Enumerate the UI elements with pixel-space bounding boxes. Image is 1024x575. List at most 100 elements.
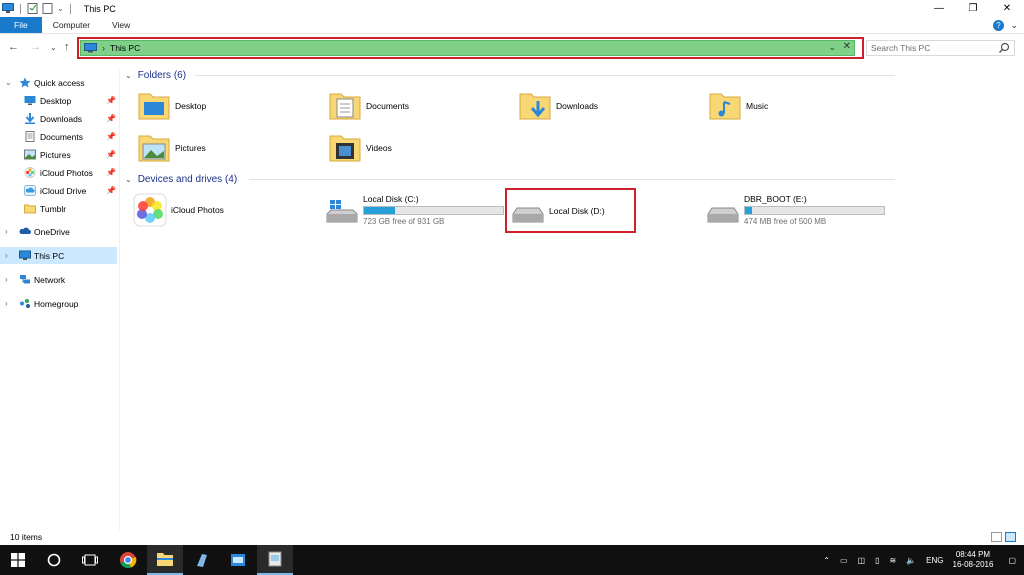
content-area: ⌄ Folders (6) Desktop Documents Download… xyxy=(121,62,1024,530)
drive-free-space: 474 MB free of 500 MB xyxy=(744,217,827,226)
tile-label: Documents xyxy=(366,101,409,111)
pin-icon[interactable]: 📌 xyxy=(106,96,116,105)
toolbar-separator xyxy=(69,3,71,14)
pin-icon[interactable]: 📌 xyxy=(106,150,116,159)
sidebar-item-label: Network xyxy=(34,274,66,285)
expand-ribbon-icon[interactable]: ⌄ xyxy=(1010,20,1018,31)
folder-tile-desktop[interactable]: Desktop xyxy=(137,86,206,126)
sidebar-item-desktop[interactable]: Desktop 📌 xyxy=(0,92,117,109)
pin-icon[interactable]: 📌 xyxy=(106,114,116,123)
expand-caret-icon[interactable]: › xyxy=(5,299,8,308)
sidebar-item-label: OneDrive xyxy=(34,226,70,237)
notifications-app-icon[interactable]: ▯ xyxy=(875,556,879,565)
action-center-icon[interactable]: ▢ xyxy=(1008,556,1016,565)
close-button[interactable]: ✕ xyxy=(990,0,1024,17)
back-button[interactable]: ← xyxy=(8,41,19,53)
sidebar-item-onedrive[interactable]: › OneDrive xyxy=(0,223,117,240)
taskbar-app[interactable] xyxy=(220,545,256,575)
pin-icon[interactable]: 📌 xyxy=(106,186,116,195)
collapse-caret-icon[interactable]: ⌄ xyxy=(125,175,132,184)
group-title: Folders (6) xyxy=(137,69,187,81)
collapse-caret-icon[interactable]: ⌄ xyxy=(125,71,132,80)
homegroup-icon xyxy=(20,299,30,308)
desktop-folder-icon xyxy=(138,93,170,120)
clear-address-icon[interactable]: ✕ xyxy=(843,41,851,52)
expand-caret-icon[interactable]: › xyxy=(5,275,8,284)
drive-dbr-boot-e[interactable]: DBR_BOOT (E:) 474 MB free of 500 MB xyxy=(706,190,896,230)
devices-group-header[interactable]: ⌄ Devices and drives (4) xyxy=(121,172,901,186)
start-button[interactable] xyxy=(0,545,36,575)
tab-file[interactable]: File xyxy=(0,17,42,33)
taskbar-chrome[interactable] xyxy=(110,545,146,575)
breadcrumb-this-pc[interactable]: This PC xyxy=(110,43,140,53)
pin-icon[interactable]: 📌 xyxy=(106,132,116,141)
sidebar-item-homegroup[interactable]: › Homegroup xyxy=(0,295,117,312)
device-icloud-photos[interactable]: iCloud Photos xyxy=(133,190,224,230)
clock[interactable]: 08:44 PM 16-08-2016 xyxy=(953,550,994,570)
drive-annotation-box xyxy=(505,188,636,233)
details-view-button[interactable] xyxy=(991,532,1002,542)
cortana-button[interactable] xyxy=(36,545,72,575)
folder-tile-music[interactable]: Music xyxy=(708,86,768,126)
address-bar[interactable]: › This PC ⌄ ✕ xyxy=(80,40,855,56)
sidebar-item-label: Pictures xyxy=(40,149,71,160)
properties-icon[interactable] xyxy=(27,3,39,14)
up-button[interactable]: ↑ xyxy=(64,41,70,53)
system-tray: ⌃ ▭ ◫ ▯ ≋ 🔈 ENG 08:44 PM 16-08-2016 ▢ xyxy=(818,545,1024,575)
sidebar-item-icloud-photos[interactable]: iCloud Photos 📌 xyxy=(0,164,117,181)
maximize-button[interactable]: ❐ xyxy=(956,0,990,17)
sidebar-item-label: This PC xyxy=(34,250,65,261)
show-hidden-icons-icon[interactable]: ⌃ xyxy=(823,556,830,565)
drive-usage-bar xyxy=(744,206,885,215)
expand-caret-icon[interactable]: › xyxy=(5,227,8,236)
folder-tile-videos[interactable]: Videos xyxy=(328,128,392,168)
sidebar-item-icloud-drive[interactable]: iCloud Drive 📌 xyxy=(0,182,117,199)
language-indicator[interactable]: ENG xyxy=(926,556,943,565)
sidebar-item-tumblr[interactable]: Tumblr xyxy=(0,200,117,217)
icloud-photos-icon xyxy=(24,167,36,178)
tab-computer[interactable]: Computer xyxy=(42,17,101,33)
network-tray-icon[interactable]: ◫ xyxy=(858,556,866,565)
folder-tile-pictures[interactable]: Pictures xyxy=(137,128,206,168)
help-icon[interactable]: ? xyxy=(993,20,1004,31)
expand-caret-icon[interactable]: › xyxy=(5,251,8,260)
app-icon xyxy=(268,551,282,567)
taskbar-app[interactable] xyxy=(184,545,220,575)
sidebar-item-documents[interactable]: Documents 📌 xyxy=(0,128,117,145)
folders-group-header[interactable]: ⌄ Folders (6) xyxy=(121,68,901,82)
drive-local-disk-c[interactable]: Local Disk (C:) 723 GB free of 931 GB xyxy=(325,190,515,230)
tab-view[interactable]: View xyxy=(101,17,141,33)
app-icon xyxy=(231,554,245,566)
large-icons-view-button[interactable] xyxy=(1005,532,1016,542)
battery-icon[interactable]: ▭ xyxy=(840,556,848,565)
taskbar-file-explorer[interactable] xyxy=(147,545,183,575)
sidebar-item-downloads[interactable]: Downloads 📌 xyxy=(0,110,117,127)
app-icon xyxy=(197,554,207,567)
sidebar-item-pictures[interactable]: Pictures 📌 xyxy=(0,146,117,163)
breadcrumb-chevron-icon[interactable]: › xyxy=(102,43,105,53)
tile-label: Downloads xyxy=(556,101,599,111)
sidebar-item-this-pc[interactable]: › This PC xyxy=(0,247,117,264)
address-dropdown-icon[interactable]: ⌄ xyxy=(828,42,836,53)
pin-icon[interactable]: 📌 xyxy=(106,168,116,177)
folder-tile-documents[interactable]: Documents xyxy=(328,86,409,126)
sidebar-item-network[interactable]: › Network xyxy=(0,271,117,288)
this-pc-icon[interactable] xyxy=(2,3,14,14)
search-input[interactable]: Search This PC xyxy=(866,40,1015,56)
status-bar: 10 items xyxy=(0,530,1024,545)
sidebar-item-quick-access[interactable]: ⌄ Quick access xyxy=(0,74,117,91)
search-icon[interactable] xyxy=(998,42,1010,54)
videos-folder-icon xyxy=(329,135,361,162)
drive-usage-fill xyxy=(745,207,752,214)
forward-button[interactable]: → xyxy=(30,41,41,53)
folder-tile-downloads[interactable]: Downloads xyxy=(518,86,598,126)
minimize-button[interactable]: — xyxy=(922,0,956,17)
task-view-button[interactable] xyxy=(72,545,108,575)
wifi-icon[interactable]: ≋ xyxy=(890,556,897,565)
recent-locations-button[interactable]: ⌄ xyxy=(50,43,57,52)
expand-caret-icon[interactable]: ⌄ xyxy=(5,78,12,87)
taskbar-app[interactable] xyxy=(257,545,293,575)
volume-icon[interactable]: 🔈 xyxy=(906,556,916,565)
new-folder-icon[interactable] xyxy=(42,3,54,14)
customize-qat-icon[interactable]: ⌄ xyxy=(57,4,64,13)
